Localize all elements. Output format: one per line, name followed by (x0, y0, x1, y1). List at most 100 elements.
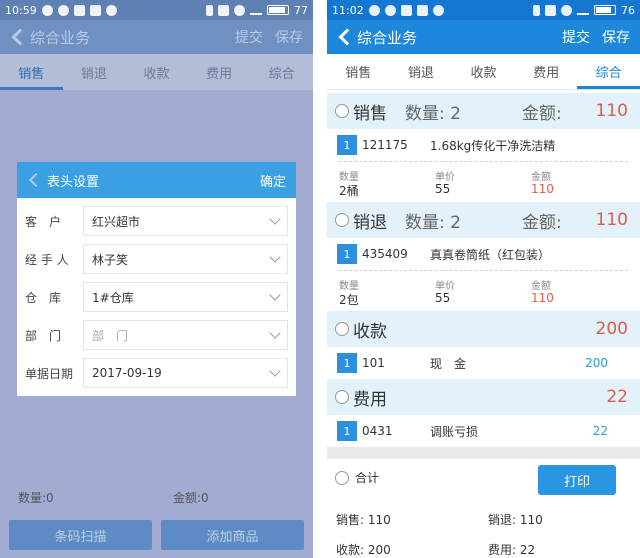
barcode-scan-button[interactable]: 条码扫描 (9, 520, 152, 550)
tab-sales[interactable]: 销售 (327, 54, 390, 89)
department-label: 部 门 (25, 328, 62, 343)
list-item[interactable]: 1 101 现 金 200 (327, 347, 640, 379)
handler-label: 经 手 人 (25, 252, 69, 267)
customer-row: 客 户 红兴超市 (17, 202, 296, 240)
check-icon (105, 4, 117, 16)
amount-label: 金额 (531, 172, 551, 183)
item-code: 101 (362, 356, 385, 370)
back-button[interactable]: 综合业务 (337, 27, 417, 48)
sales-section-header[interactable]: 销售 数量: 2 金额: 110 (327, 93, 640, 129)
warehouse-row: 仓 库 1#仓库 (17, 278, 296, 316)
right-screen: 11:02 76 综合业务 提交 保存 销售 销退 收款 费用 综合 销售 数量… (327, 0, 640, 558)
submit-button[interactable]: 提交 (562, 27, 590, 47)
totals-bar: 数量:0 金额:0 (0, 480, 313, 514)
page-title: 综合业务 (30, 28, 91, 47)
app-header: 综合业务 提交 保存 (0, 20, 313, 54)
total-row[interactable]: 合计 (335, 469, 379, 486)
returns-amount-label: 金额: (522, 212, 562, 233)
item-index: 1 (337, 353, 357, 373)
chevron-down-icon (269, 213, 281, 225)
list-item[interactable]: 1 435409 真真卷筒纸（红包装） (327, 238, 640, 270)
returns-title: 销退 (353, 212, 387, 233)
amount-value: 110 (531, 291, 554, 305)
returns-qty: 数量: 2 (405, 212, 461, 233)
receipts-section-header[interactable]: 收款 200 (327, 311, 640, 347)
receipts-amount: 200 (595, 319, 628, 339)
signal-icon (577, 5, 589, 15)
total-qty: 数量:0 (18, 490, 54, 505)
handler-select[interactable]: 林子笑 (83, 244, 288, 274)
returns-radio[interactable] (335, 213, 349, 227)
department-select[interactable]: 部 门 (83, 320, 288, 350)
tab-receipts[interactable]: 收款 (125, 54, 188, 90)
photo-icon (89, 4, 101, 16)
list-item[interactable]: 1 121175 1.68kg传化干净洗洁精 (327, 129, 640, 161)
summary-footer: 合计 打印 销售: 110 销退: 110 收款: 200 费用: 22 (327, 459, 640, 558)
receipts-radio[interactable] (335, 322, 349, 336)
warehouse-label: 仓 库 (25, 290, 62, 305)
vibrate-icon (218, 4, 229, 16)
total-radio[interactable] (335, 470, 349, 485)
back-button[interactable]: 综合业务 (10, 27, 90, 48)
tab-returns[interactable]: 销退 (390, 54, 453, 89)
chevron-left-icon (11, 28, 29, 46)
date-value: 2017-09-19 (92, 366, 162, 380)
qty-value: 2桶 (339, 184, 359, 198)
tab-expenses[interactable]: 费用 (515, 54, 578, 89)
item-name: 1.68kg传化干净洗洁精 (430, 138, 556, 153)
tab-bar: 销售 销退 收款 费用 综合 (327, 54, 640, 90)
amount-label: 金额 (531, 281, 551, 292)
tab-sales[interactable]: 销售 (0, 54, 63, 90)
page-title: 综合业务 (357, 28, 418, 47)
list-item[interactable]: 1 0431 调账亏损 22 (327, 415, 640, 447)
dialog-title: 表头设置 (47, 174, 100, 190)
returns-total: 销退: 110 (488, 513, 543, 527)
item-name: 现 金 (430, 356, 467, 371)
status-time: 11:02 (332, 3, 364, 17)
qty-value: 2包 (339, 293, 359, 307)
receipts-title: 收款 (353, 321, 387, 342)
tab-bar: 销售 销退 收款 费用 综合 (0, 54, 313, 90)
battery-icon (267, 5, 289, 15)
tab-returns[interactable]: 销退 (63, 54, 126, 90)
price-value: 55 (435, 291, 451, 305)
tab-receipts[interactable]: 收款 (452, 54, 515, 89)
sales-title: 销售 (353, 103, 387, 124)
expenses-amount: 22 (606, 387, 628, 407)
print-button[interactable]: 打印 (538, 465, 616, 495)
price-label: 单价 (435, 281, 455, 292)
bluetooth-icon (206, 4, 213, 16)
expenses-radio[interactable] (335, 390, 349, 404)
signal-icon (250, 5, 262, 15)
save-button[interactable]: 保存 (602, 27, 630, 47)
returns-amount: 110 (595, 210, 628, 230)
warehouse-select[interactable]: 1#仓库 (83, 282, 288, 312)
customer-select[interactable]: 红兴超市 (83, 206, 288, 236)
amount-value: 110 (531, 182, 554, 196)
department-placeholder: 部 门 (92, 328, 129, 343)
save-button[interactable]: 保存 (275, 27, 303, 47)
dialog-back-icon[interactable] (28, 172, 44, 188)
total-label: 合计 (355, 471, 380, 485)
wifi-icon (234, 4, 245, 16)
tab-expenses[interactable]: 费用 (188, 54, 251, 90)
submit-button[interactable]: 提交 (235, 27, 263, 47)
add-product-button[interactable]: 添加商品 (161, 520, 304, 550)
date-select[interactable]: 2017-09-19 (83, 358, 288, 388)
returns-section-header[interactable]: 销退 数量: 2 金额: 110 (327, 202, 640, 238)
battery-level: 77 (294, 3, 308, 17)
confirm-button[interactable]: 确定 (260, 171, 286, 190)
item-index: 1 (337, 421, 357, 441)
sales-total: 销售: 110 (336, 513, 391, 527)
price-value: 55 (435, 182, 451, 196)
warehouse-value: 1#仓库 (92, 290, 134, 305)
tab-summary[interactable]: 综合 (577, 54, 640, 89)
photo-icon (416, 4, 428, 16)
header-settings-dialog: 表头设置 确定 客 户 红兴超市 经 手 人 林子笑 仓 库 1#仓库 部 门 … (17, 162, 296, 396)
tab-summary[interactable]: 综合 (250, 54, 313, 90)
notification-icon (73, 4, 85, 16)
item-name: 调账亏损 (430, 424, 479, 439)
expenses-section-header[interactable]: 费用 22 (327, 379, 640, 415)
sales-radio[interactable] (335, 104, 349, 118)
battery-level: 76 (621, 3, 635, 17)
